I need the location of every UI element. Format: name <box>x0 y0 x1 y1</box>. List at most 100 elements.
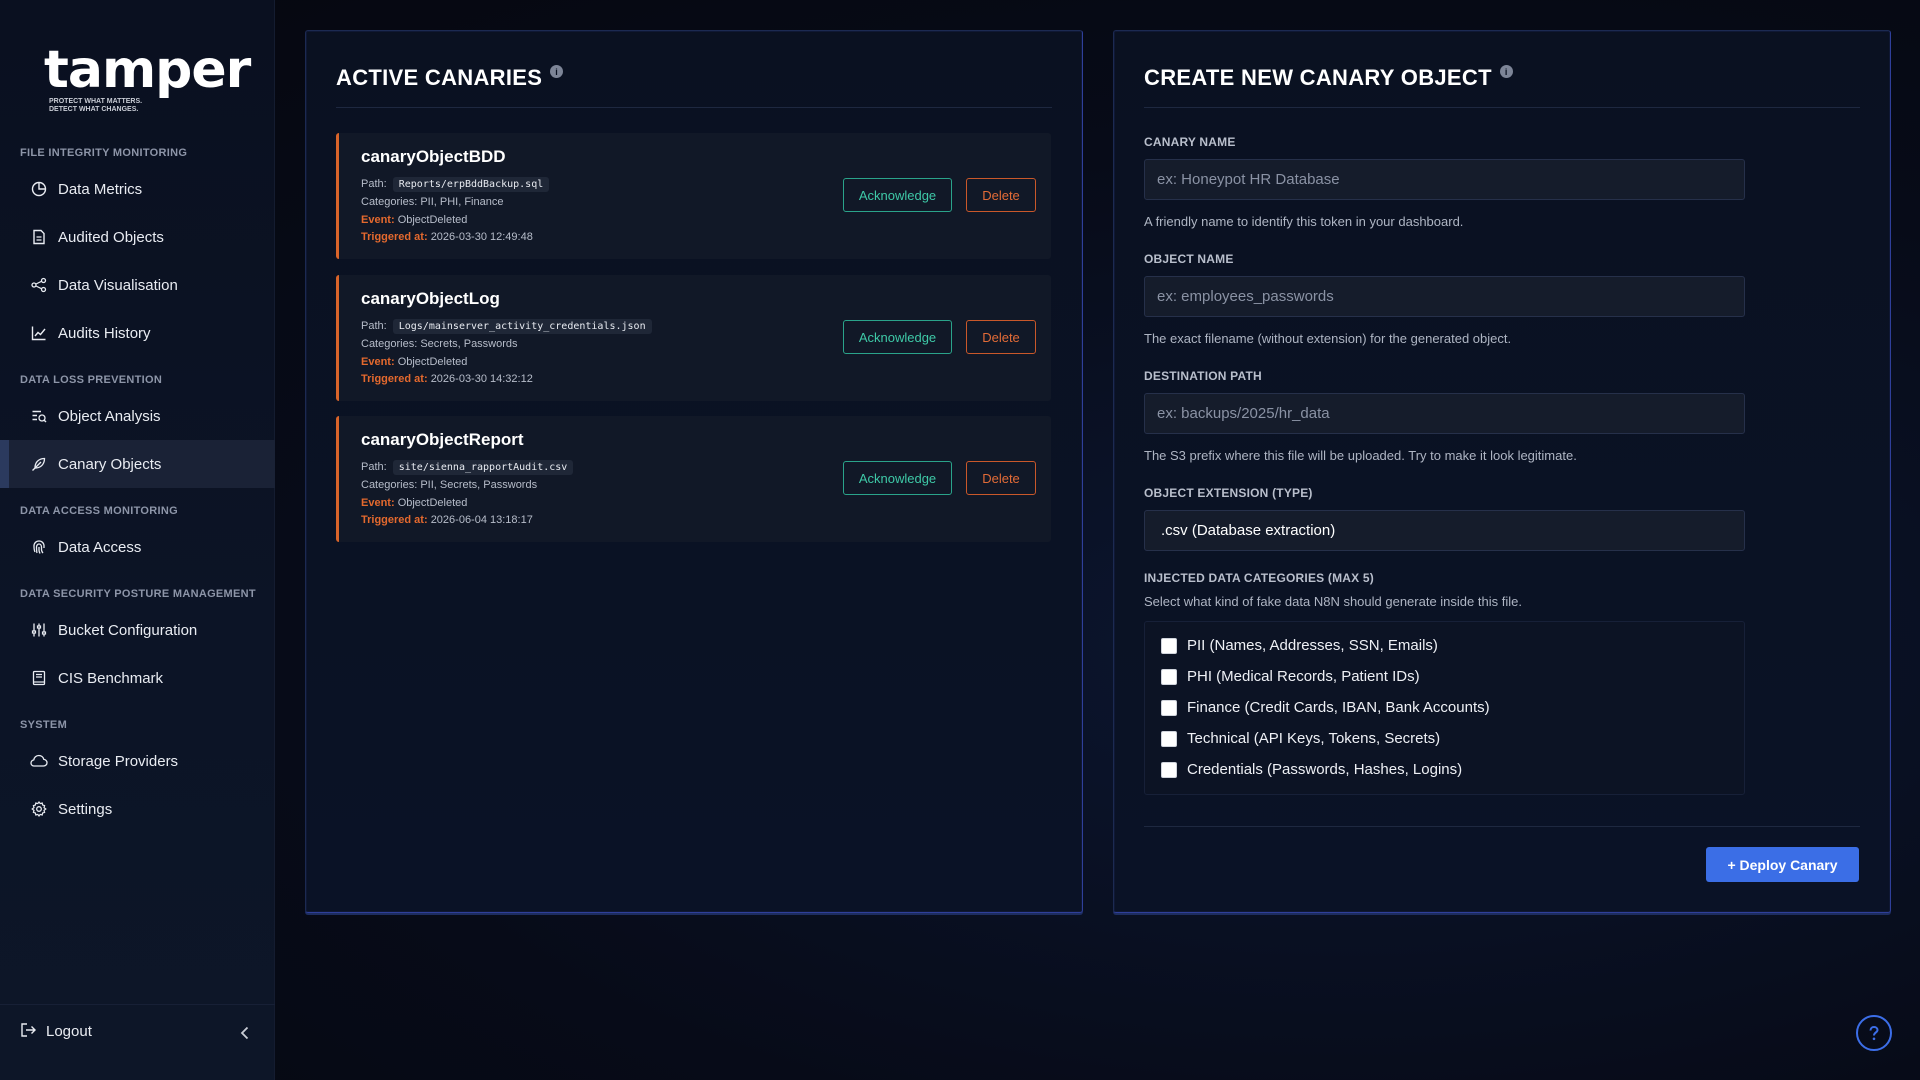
category-label: Technical (API Keys, Tokens, Secrets) <box>1187 730 1441 747</box>
pie-chart-icon <box>30 180 48 198</box>
destination-path-label: DESTINATION PATH <box>1144 369 1262 383</box>
category-option-phi[interactable]: PHI (Medical Records, Patient IDs) <box>1161 668 1420 685</box>
canary-name: canaryObjectReport <box>361 430 524 449</box>
canary-event-row: Event: ObjectDeleted <box>361 497 467 509</box>
sidebar-item-label: Storage Providers <box>58 752 179 770</box>
categories-label: Categories: <box>361 479 418 491</box>
canary-event-row: Event: ObjectDeleted <box>361 356 467 368</box>
sidebar-item-label: CIS Benchmark <box>58 669 164 687</box>
category-option-credentials[interactable]: Credentials (Passwords, Hashes, Logins) <box>1161 761 1462 778</box>
sidebar-item-data-access[interactable]: Data Access <box>0 523 275 571</box>
canary-triggered-at: 2026-03-30 14:32:12 <box>430 373 533 385</box>
info-icon[interactable]: i <box>1499 65 1513 78</box>
categories-label: Categories: <box>361 196 418 208</box>
deploy-canary-button[interactable]: + Deploy Canary <box>1706 847 1859 882</box>
section-title-dspm: DATA SECURITY POSTURE MANAGEMENT <box>20 588 256 600</box>
create-canary-panel: CREATE NEW CANARY OBJECT i CANARY NAME A… <box>1113 30 1891 913</box>
sidebar-item-data-metrics[interactable]: Data Metrics <box>0 165 275 213</box>
category-label: Finance (Credit Cards, IBAN, Bank Accoun… <box>1187 699 1490 716</box>
canary-categories-row: Categories: PII, PHI, Finance <box>361 196 503 208</box>
help-button[interactable] <box>1856 1015 1892 1051</box>
canary-triggered-row: Triggered at: 2026-03-30 12:49:48 <box>361 231 533 243</box>
destination-path-input[interactable] <box>1144 393 1745 434</box>
divider <box>1144 107 1860 108</box>
sidebar-item-audits-history[interactable]: Audits History <box>0 309 275 357</box>
path-label: Path: <box>361 320 387 332</box>
checkbox[interactable] <box>1161 730 1177 747</box>
delete-button[interactable]: Delete <box>966 320 1036 354</box>
logout-button[interactable]: Logout <box>20 1022 92 1040</box>
tamper-logo[interactable]: tamper PROTECT WHAT MATTERS. DETECT WHAT… <box>44 44 251 114</box>
feather-icon <box>30 455 48 473</box>
canary-categories-row: Categories: PII, Secrets, Passwords <box>361 479 537 491</box>
sidebar-item-object-analysis[interactable]: Object Analysis <box>0 392 275 440</box>
graph-nodes-icon <box>30 276 48 294</box>
canary-triggered-at: 2026-03-30 12:49:48 <box>430 231 533 243</box>
sidebar-item-label: Audits History <box>58 324 151 342</box>
divider <box>336 107 1052 108</box>
extension-label: OBJECT EXTENSION (TYPE) <box>1144 486 1313 500</box>
category-option-pii[interactable]: PII (Names, Addresses, SSN, Emails) <box>1161 637 1438 654</box>
sidebar-item-label: Audited Objects <box>58 228 164 246</box>
category-option-finance[interactable]: Finance (Credit Cards, IBAN, Bank Accoun… <box>1161 699 1490 716</box>
acknowledge-button[interactable]: Acknowledge <box>843 178 952 212</box>
create-canary-title: CREATE NEW CANARY OBJECT i <box>1144 65 1513 91</box>
sidebar-item-canary-objects[interactable]: Canary Objects <box>0 440 275 488</box>
checkbox[interactable] <box>1161 668 1177 685</box>
path-label: Path: <box>361 461 387 473</box>
category-option-technical[interactable]: Technical (API Keys, Tokens, Secrets) <box>1161 730 1440 747</box>
sidebar-item-settings[interactable]: Settings <box>0 785 275 833</box>
chevron-left-icon <box>240 1026 249 1040</box>
canary-path: site/sienna_rapportAudit.csv <box>392 460 574 475</box>
canary-name: canaryObjectBDD <box>361 147 506 166</box>
event-label: Event: <box>361 497 395 509</box>
sidebar-item-cis-benchmark[interactable]: CIS Benchmark <box>0 654 275 702</box>
checkbox[interactable] <box>1161 637 1177 654</box>
acknowledge-button[interactable]: Acknowledge <box>843 320 952 354</box>
category-label: PII (Names, Addresses, SSN, Emails) <box>1187 637 1438 654</box>
sidebar-item-label: Canary Objects <box>58 455 162 473</box>
checkbox[interactable] <box>1161 761 1177 778</box>
canary-card: canaryObjectLog Path: Logs/mainserver_ac… <box>336 275 1051 401</box>
section-title-dam: DATA ACCESS MONITORING <box>20 505 178 517</box>
categories-label: Categories: <box>361 338 418 350</box>
active-canaries-panel: ACTIVE CANARIES i canaryObjectBDD Path: … <box>305 30 1083 913</box>
category-label: Credentials (Passwords, Hashes, Logins) <box>1187 761 1463 778</box>
canary-name-input[interactable] <box>1144 159 1745 200</box>
document-icon <box>30 228 48 246</box>
sidebar-item-storage-providers[interactable]: Storage Providers <box>0 737 275 785</box>
book-icon <box>30 669 48 687</box>
canary-path-row: Path: site/sienna_rapportAudit.csv <box>361 460 574 475</box>
canary-event: ObjectDeleted <box>397 214 468 226</box>
acknowledge-button[interactable]: Acknowledge <box>843 461 952 495</box>
canary-triggered-row: Triggered at: 2026-03-30 14:32:12 <box>361 373 533 385</box>
canary-event: ObjectDeleted <box>397 497 468 509</box>
logo-tagline-2: DETECT WHAT CHANGES. <box>49 106 139 113</box>
triggered-label: Triggered at: <box>361 514 428 526</box>
canary-name: canaryObjectLog <box>361 289 500 308</box>
info-icon[interactable]: i <box>550 65 564 78</box>
checkbox[interactable] <box>1161 699 1177 716</box>
canary-name-label: CANARY NAME <box>1144 135 1236 149</box>
canary-path: Reports/erpBddBackup.sql <box>392 177 550 192</box>
extension-select[interactable]: .csv (Database extraction) <box>1144 510 1745 551</box>
section-title-fim: FILE INTEGRITY MONITORING <box>20 147 188 159</box>
delete-button[interactable]: Delete <box>966 461 1036 495</box>
divider <box>1144 826 1860 827</box>
canary-path: Logs/mainserver_activity_credentials.jso… <box>392 319 652 334</box>
destination-path-help: The S3 prefix where this file will be up… <box>1144 448 1577 463</box>
canary-categories: Secrets, Passwords <box>420 338 518 350</box>
canary-categories: PII, Secrets, Passwords <box>420 479 538 491</box>
section-title-dlp: DATA LOSS PREVENTION <box>20 374 163 386</box>
fingerprint-icon <box>30 538 48 556</box>
canary-card: canaryObjectBDD Path: Reports/erpBddBack… <box>336 133 1051 259</box>
object-name-help: The exact filename (without extension) f… <box>1144 331 1512 346</box>
sidebar-item-bucket-configuration[interactable]: Bucket Configuration <box>0 606 275 654</box>
categories-box: PII (Names, Addresses, SSN, Emails) PHI … <box>1144 621 1745 795</box>
sidebar-item-audited-objects[interactable]: Audited Objects <box>0 213 275 261</box>
canary-triggered-row: Triggered at: 2026-06-04 13:18:17 <box>361 514 533 526</box>
object-name-input[interactable] <box>1144 276 1745 317</box>
collapse-sidebar-button[interactable] <box>238 1024 252 1042</box>
delete-button[interactable]: Delete <box>966 178 1036 212</box>
sidebar-item-data-visualisation[interactable]: Data Visualisation <box>0 261 275 309</box>
